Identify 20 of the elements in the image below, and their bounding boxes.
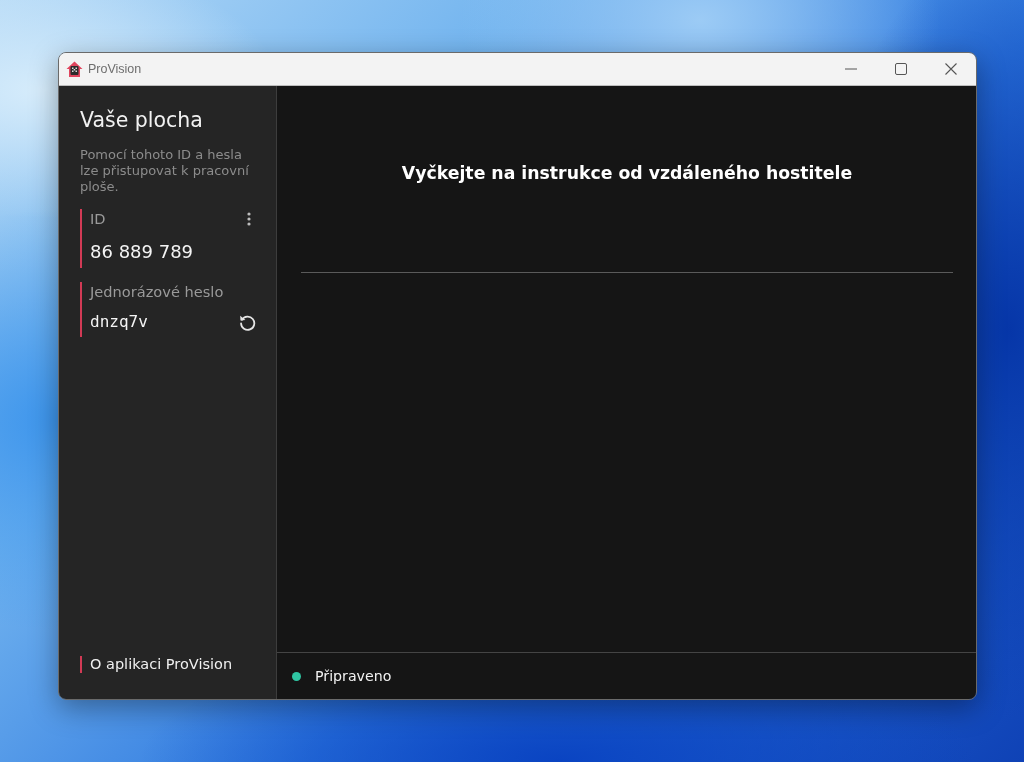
refresh-button[interactable] (239, 313, 256, 331)
status-text: Připraveno (315, 668, 392, 684)
refresh-icon (239, 313, 256, 331)
more-button[interactable] (247, 211, 251, 226)
window-title: ProVision (88, 62, 142, 76)
password-label: Jednorázové heslo (90, 283, 225, 301)
wait-message: Vyčkejte na instrukce od vzdáleného hostitele (400, 162, 854, 184)
accent-bar (80, 209, 82, 268)
maximize-icon (895, 63, 907, 75)
password-value: dnzq7v (90, 311, 148, 333)
sidebar-title: Vaše plocha (80, 108, 204, 132)
id-label: ID (90, 210, 106, 228)
close-icon (945, 63, 957, 75)
sidebar-description: Pomocí tohoto ID a hesla lze přistupovat k pracovní ploše. (80, 147, 250, 195)
about-link[interactable]: O aplikaci ProVision (80, 656, 233, 673)
status-dot-icon (292, 671, 301, 681)
id-value: 86 889 789 (90, 240, 195, 264)
accent-bar (80, 282, 82, 337)
more-vertical-icon (247, 211, 251, 226)
app-logo-icon (66, 60, 83, 78)
